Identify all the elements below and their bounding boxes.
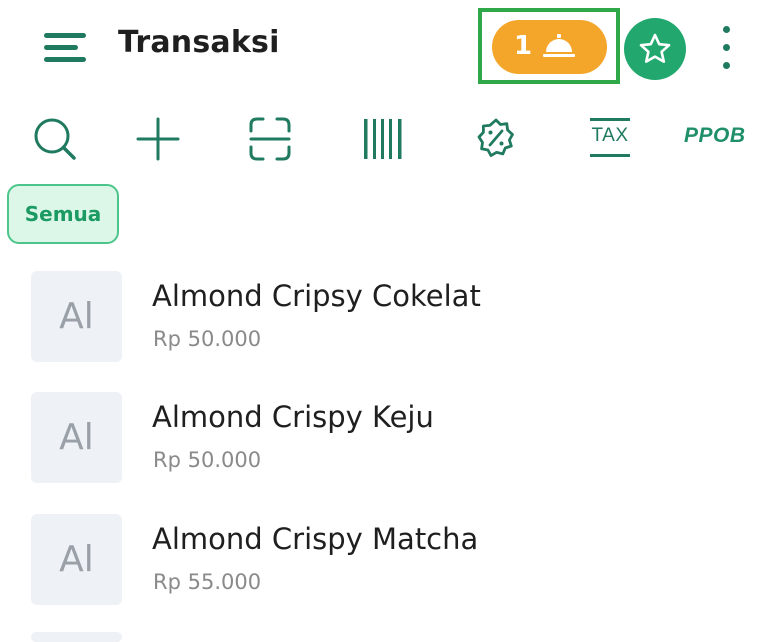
tax-label: TAX: [591, 125, 629, 146]
next-product-thumbnail-peek: [31, 632, 122, 642]
add-product-button[interactable]: [136, 114, 180, 164]
product-price: Rp 55.000: [153, 570, 262, 594]
product-thumbnail: Al: [31, 271, 122, 362]
barcode-button[interactable]: [362, 114, 406, 164]
tax-button[interactable]: TAX: [590, 116, 630, 158]
more-options-icon[interactable]: [716, 24, 736, 72]
product-name: Almond Crispy Keju: [152, 400, 434, 434]
tax-bottom-rule: [590, 154, 630, 157]
scan-button[interactable]: [248, 114, 292, 164]
open-orders-button[interactable]: 1: [492, 20, 607, 74]
product-row[interactable]: Al Almond Crispy Matcha Rp 55.000: [0, 514, 768, 624]
discount-icon: [477, 118, 514, 157]
product-price: Rp 50.000: [153, 327, 262, 351]
order-count-badge: 1: [514, 31, 533, 61]
ppob-button[interactable]: PPOB: [684, 124, 746, 148]
product-thumbnail: Al: [31, 514, 122, 605]
search-button[interactable]: [32, 114, 78, 164]
food-cloche-icon: [543, 34, 575, 57]
product-row[interactable]: Al Almond Cripsy Cokelat Rp 50.000: [0, 271, 768, 381]
product-name: Almond Cripsy Cokelat: [152, 279, 481, 313]
product-thumbnail: Al: [31, 392, 122, 483]
page-title: Transaksi: [118, 25, 280, 60]
star-icon: [639, 33, 671, 63]
discount-button[interactable]: [473, 114, 519, 164]
hamburger-menu-icon[interactable]: [44, 33, 86, 63]
barcode-icon: [364, 119, 402, 159]
add-icon: [136, 117, 180, 161]
scan-icon: [249, 117, 291, 161]
product-row[interactable]: Al Almond Crispy Keju Rp 50.000: [0, 392, 768, 502]
product-name: Almond Crispy Matcha: [152, 522, 479, 556]
search-icon: [34, 118, 76, 160]
favorite-star-button[interactable]: [624, 18, 686, 80]
category-filter-all[interactable]: Semua: [7, 184, 119, 244]
product-price: Rp 50.000: [153, 448, 262, 472]
tax-top-rule: [590, 118, 630, 121]
